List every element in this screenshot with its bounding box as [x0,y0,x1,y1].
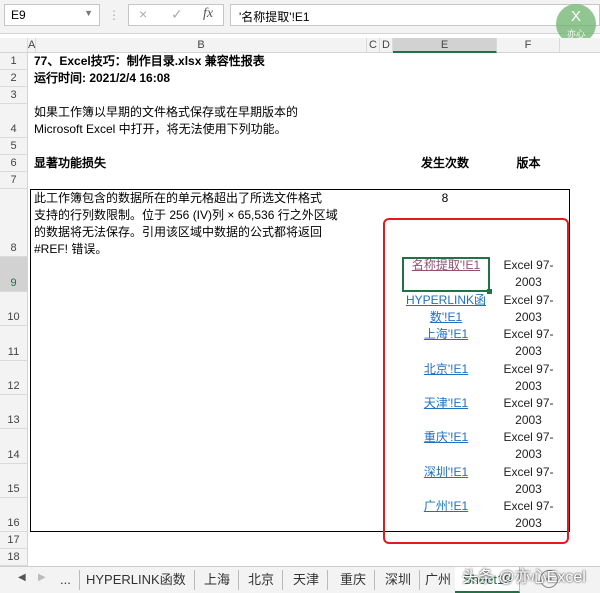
sheet-tab[interactable]: HYPERLINK函数 [78,570,195,590]
row-header[interactable]: 17 [0,532,28,549]
fx-icon[interactable]: fx [203,6,213,22]
tab-more[interactable]: ... [52,570,80,590]
next-sheet-icon[interactable]: ▶ [38,572,46,583]
logo-text: 亦心 [566,29,585,39]
select-all[interactable] [0,38,28,53]
col-f[interactable]: F [497,38,560,53]
col-d[interactable]: D [380,38,393,53]
row-header[interactable]: 1 [0,53,28,70]
row-header[interactable]: 2 [0,70,28,87]
col-b[interactable]: B [36,38,367,53]
formula-bar: E9 ▼ ⋮ × ✓ fx '名称提取'!E1 X 亦心 [0,0,600,44]
name-box-value: E9 [11,8,26,22]
sheet-tab[interactable]: 北京 [240,570,284,590]
row-header[interactable]: 8 [0,189,28,257]
issue-line: 此工作簿包含的数据所在的单元格超出了所选文件格式 [34,191,323,205]
col-a[interactable]: A [28,38,36,53]
highlight-box [383,218,569,544]
row-header[interactable]: 4 [0,104,28,138]
sheet-tab[interactable]: 上海 [196,570,240,590]
row-header[interactable]: 13 [0,395,28,429]
chevron-down-icon[interactable]: ▼ [84,8,93,18]
row-header[interactable]: 3 [0,87,28,104]
issue-count: 8 [441,191,449,205]
report-title: 77、Excel技巧：制作目录.xlsx 兼容性报表 [34,54,265,68]
row-header[interactable]: 11 [0,326,28,361]
row-header[interactable]: 18 [0,549,28,566]
runtime: 运行时间: 2021/2/4 16:08 [34,71,171,85]
row-header[interactable]: 9 [0,257,28,292]
row-header[interactable]: 10 [0,292,28,326]
row-header[interactable]: 15 [0,464,28,498]
issue-description: 此工作簿包含的数据所在的单元格超出了所选文件格式 支持的行列数限制。位于 256… [34,190,338,258]
prev-sheet-icon[interactable]: ◀ [18,572,26,583]
enter-icon[interactable]: ✓ [171,6,183,23]
grip-icon: ⋮ [108,8,120,22]
header-count: 发生次数 [420,156,469,170]
formula-input[interactable]: '名称提取'!E1 [230,4,600,26]
header-version: 版本 [516,156,541,170]
row-header[interactable]: 16 [0,498,28,532]
col-c[interactable]: C [367,38,380,53]
issue-line: 支持的行列数限制。位于 256 (IV)列 × 65,536 行之外区域 [34,208,338,222]
formula-buttons: × ✓ fx [128,4,224,26]
row-header[interactable]: 7 [0,172,28,189]
sheet-tab[interactable]: 广州 [417,570,461,590]
watermark: 头条 @亦心Excel [462,569,586,586]
sheet-tab[interactable]: 重庆 [332,570,376,590]
row-header[interactable]: 6 [0,155,28,172]
intro-line-2: Microsoft Excel 中打开，将无法使用下列功能。 [34,122,287,136]
issue-line: #REF! 错误。 [34,242,108,256]
col-e[interactable]: E [393,38,497,53]
cancel-icon[interactable]: × [139,6,147,22]
column-header: A B C D E F [0,38,600,53]
name-box[interactable]: E9 ▼ [4,4,100,26]
row-header[interactable]: 14 [0,429,28,464]
row-header[interactable]: 5 [0,138,28,155]
issue-line: 的数据将无法保存。引用该区域中数据的公式都将返回 [34,225,323,239]
logo-mark: X [570,8,581,25]
row-header[interactable]: 12 [0,361,28,395]
section-title: 显著功能损失 [34,156,107,170]
sheet-tab[interactable]: 天津 [285,570,329,590]
sheet-tab[interactable]: 深圳 [377,570,421,590]
sheet-tabs: ◀ ▶ ... HYPERLINK函数 上海 北京 天津 重庆 深圳 广州 Sheet19 … [0,566,600,593]
intro-line-1: 如果工作簿以早期的文件格式保存或在早期版本的 [34,105,299,119]
